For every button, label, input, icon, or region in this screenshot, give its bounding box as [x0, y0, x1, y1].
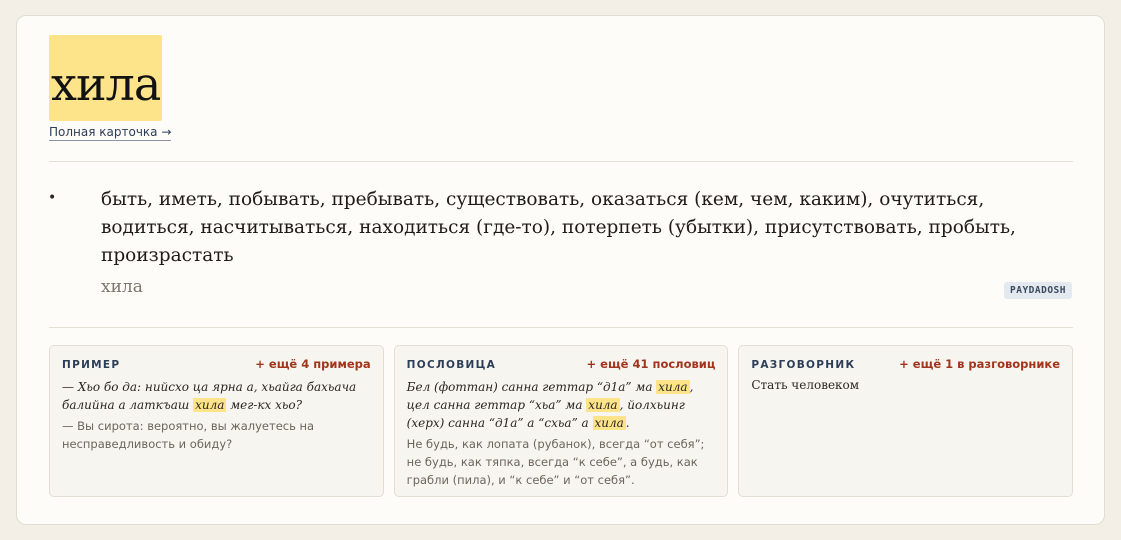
example-source-text: — Хьо бо да: нийсхо ца ярна а, хьайга ба… [62, 380, 357, 412]
definition-translit: хила [101, 277, 143, 297]
proverb-panel-title: ПОСЛОВИЦА [406, 359, 497, 371]
highlighted-headword: хила [586, 398, 620, 412]
highlighted-headword: хила [592, 416, 626, 430]
phrasebook-entry[interactable]: Стать человеком [751, 378, 1060, 392]
proverb-source-text: Бел (фоттан) санна геттар “д1а” ма хила,… [406, 380, 694, 430]
headword-block: хила [49, 35, 163, 121]
definition-text: быть, иметь, побывать, пребывать, сущест… [101, 189, 1016, 266]
divider-bottom [49, 327, 1073, 328]
example-panel-title: ПРИМЕР [62, 359, 121, 371]
highlighted-headword: хила [193, 398, 227, 412]
highlighted-headword: хила [656, 380, 690, 394]
headword: хила [49, 35, 163, 121]
more-phrasebook-link[interactable]: + ещё 1 в разговорнике [899, 357, 1060, 371]
source-badge: PAYDADOSH [1004, 282, 1072, 299]
proverb-panel: ПОСЛОВИЦА + ещё 41 пословиц Бел (фоттан)… [393, 345, 729, 497]
example-translation: — Вы сирота: вероятно, вы жалуетесь на н… [62, 419, 315, 451]
proverb-translation: Не будь, как лопата (рубанок), всегда “о… [406, 437, 705, 487]
phrasebook-panel: РАЗГОВОРНИК + ещё 1 в разговорнике Стать… [738, 345, 1074, 497]
word-card: хила Полная карточка → • быть, иметь, по… [16, 15, 1105, 525]
full-card-link[interactable]: Полная карточка → [49, 125, 172, 141]
example-panel: ПРИМЕР + ещё 4 примера — Хьо бо да: нийс… [49, 345, 384, 497]
usage-panels: ПРИМЕР + ещё 4 примера — Хьо бо да: нийс… [49, 345, 1074, 497]
more-examples-link[interactable]: + ещё 4 примера [255, 357, 370, 371]
phrasebook-panel-title: РАЗГОВОРНИК [751, 359, 856, 371]
more-proverbs-link[interactable]: + ещё 41 пословиц [587, 357, 716, 371]
definition-bullet: • [48, 190, 57, 206]
divider-top [49, 161, 1073, 162]
